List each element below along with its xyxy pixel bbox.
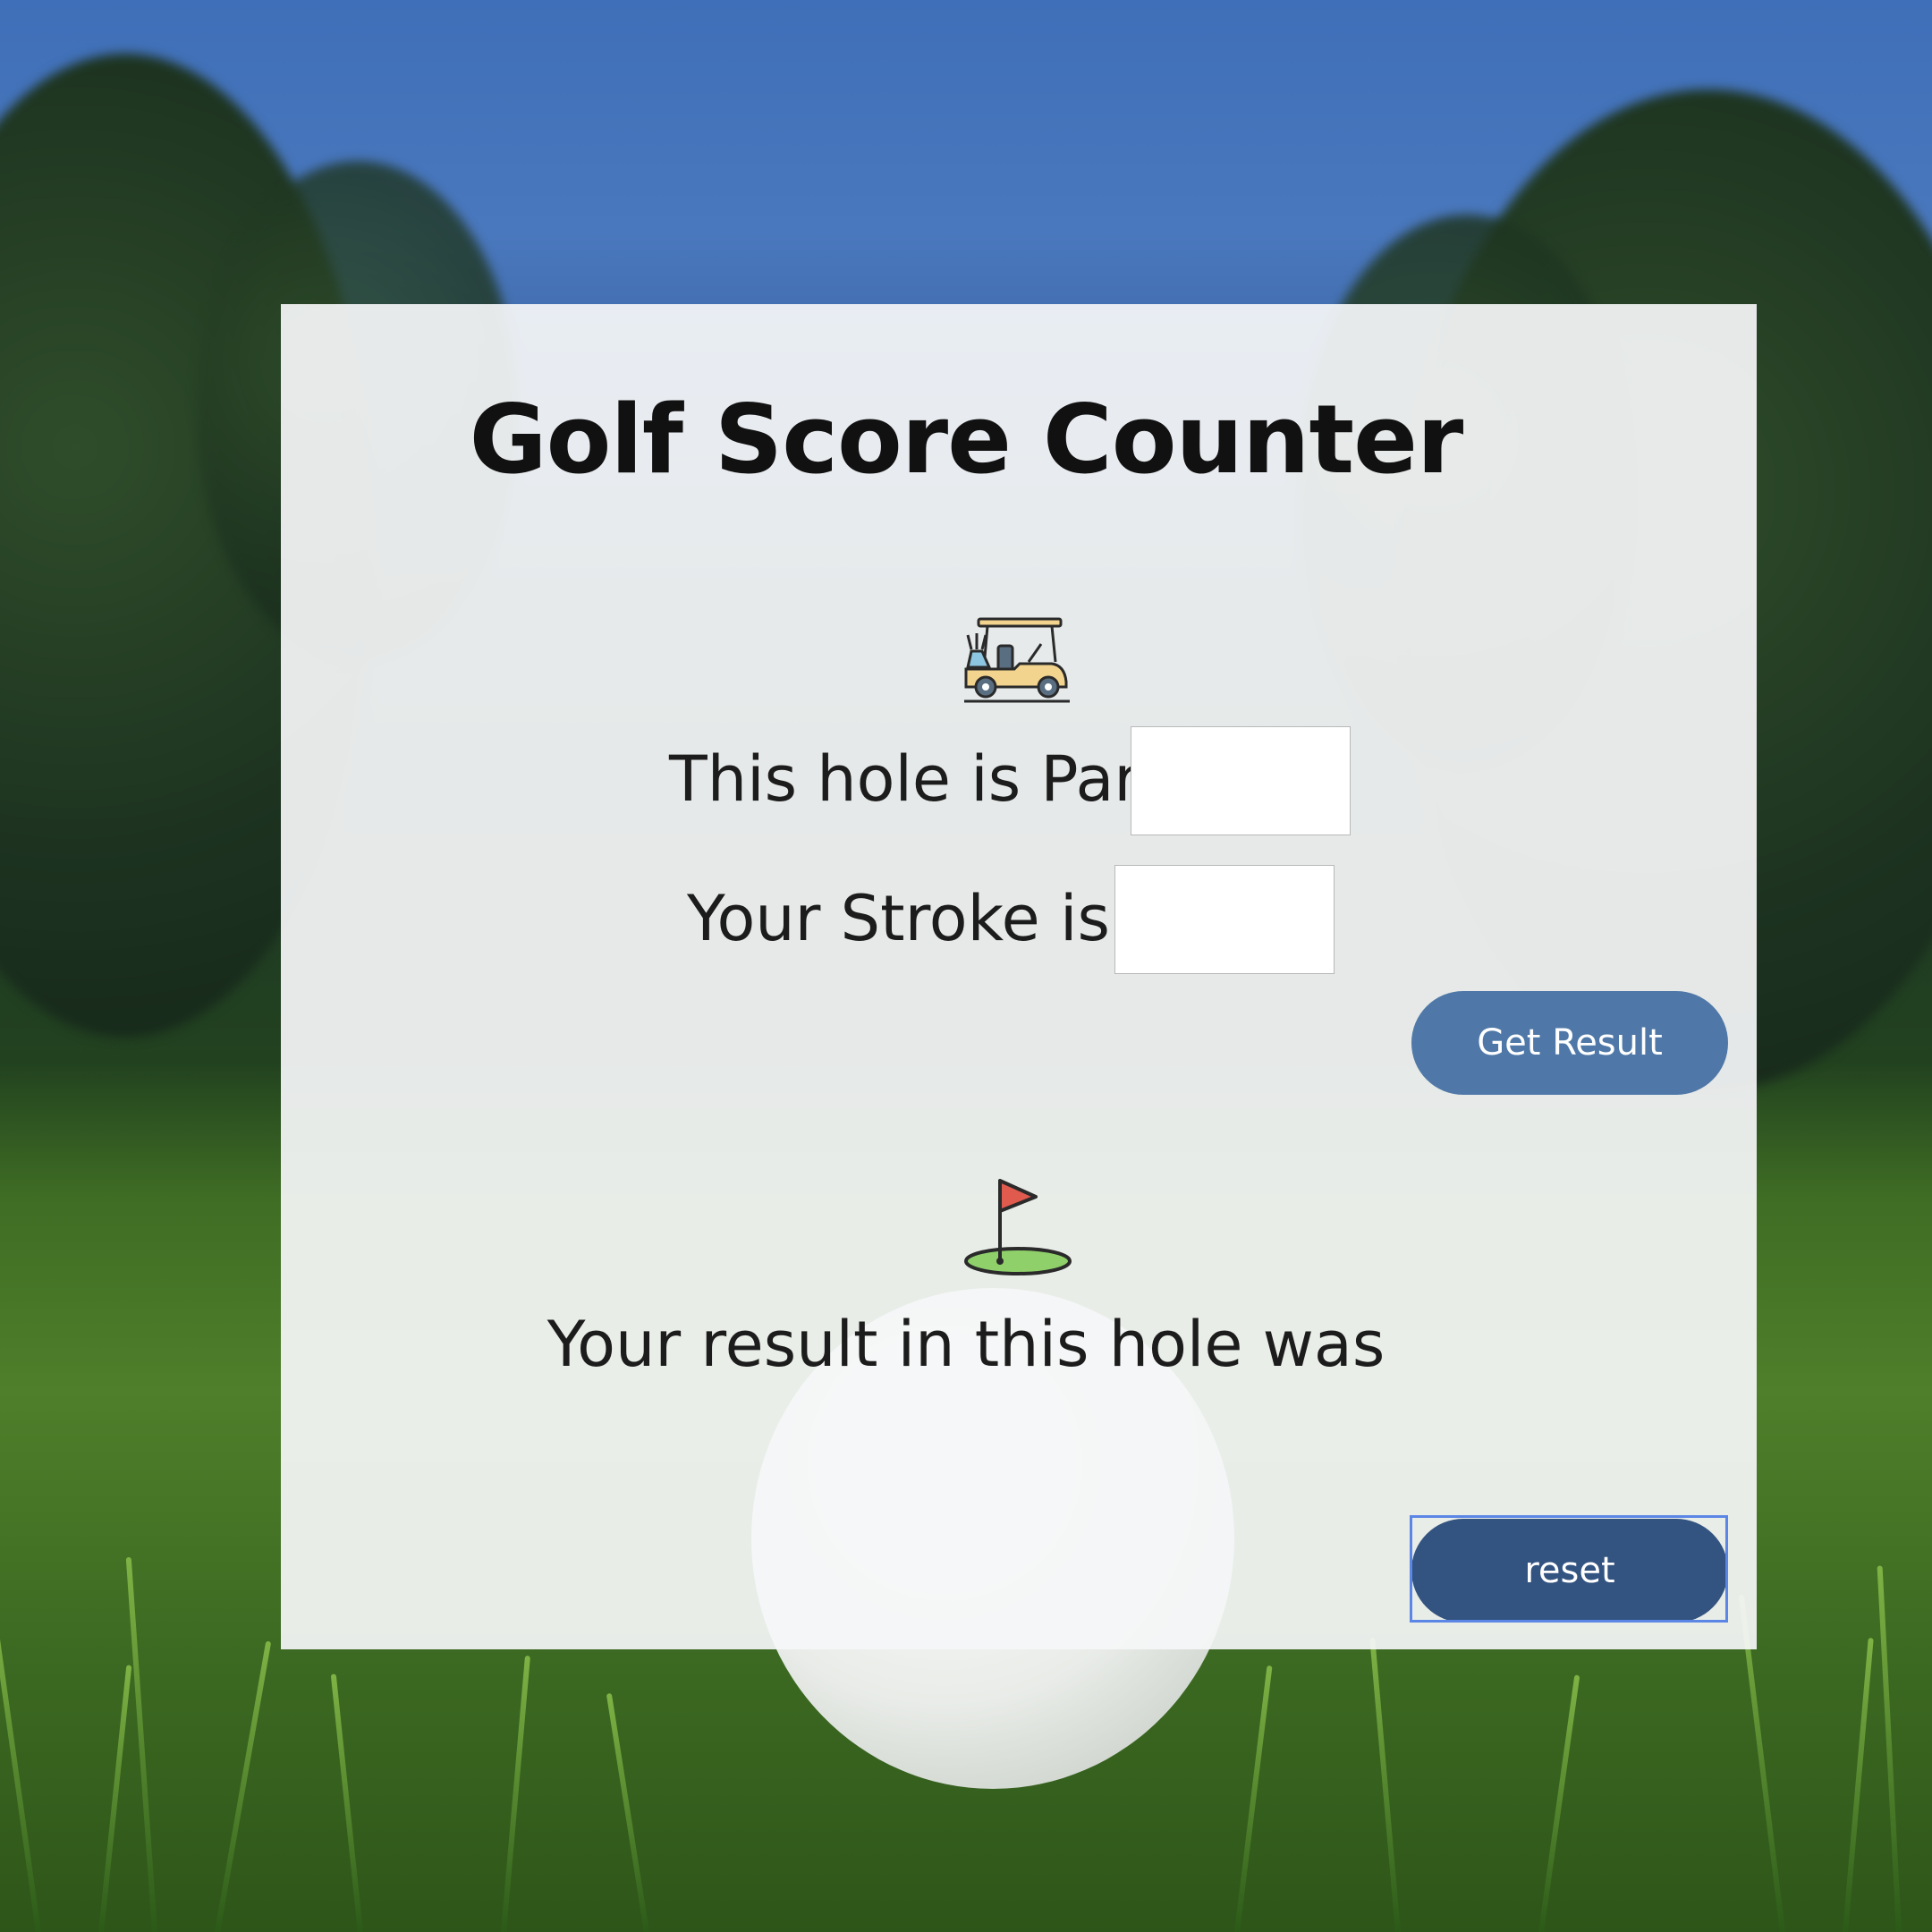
page-title: Golf Score Counter	[469, 385, 1464, 495]
golf-flag-icon	[964, 1179, 1072, 1275]
stroke-label: Your Stroke is	[687, 882, 1110, 955]
stroke-input[interactable]	[1114, 865, 1335, 974]
app-background: Golf Score Counter This hole is Par Your…	[0, 0, 1932, 1932]
get-result-button[interactable]: Get Result	[1411, 991, 1728, 1095]
par-input[interactable]	[1131, 726, 1351, 835]
reset-button[interactable]: reset	[1411, 1519, 1728, 1623]
result-text: Your result in this hole was	[547, 1308, 1385, 1381]
golf-cart-icon	[964, 617, 1070, 703]
par-label: This hole is Par	[669, 742, 1140, 816]
main-card	[281, 304, 1757, 1649]
